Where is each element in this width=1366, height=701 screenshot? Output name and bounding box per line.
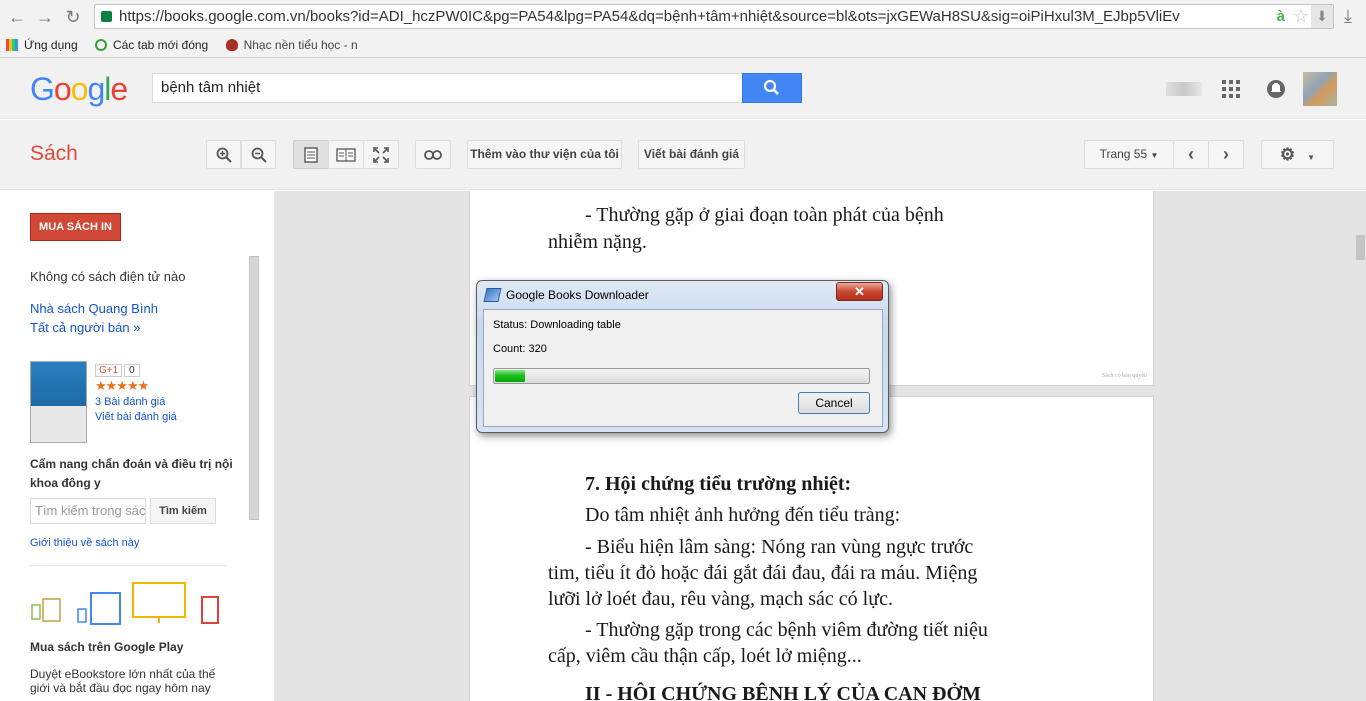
add-to-library-button[interactable]: Thêm vào thư viện của tôi xyxy=(467,140,622,169)
back-icon[interactable]: ← xyxy=(6,6,28,28)
books-toolbar: Sách Thêm vào thư viện của tôi Viết bài … xyxy=(0,120,1366,190)
write-review-button[interactable]: Viết bài đánh giá xyxy=(638,140,745,169)
link-button[interactable] xyxy=(415,140,451,169)
dropdown-arrow-icon: ▼ xyxy=(1307,153,1316,162)
google-logo[interactable]: Google xyxy=(30,71,128,108)
copyright-watermark: Sách có bản quyền xyxy=(1101,373,1147,379)
buy-print-book-button[interactable]: MUA SÁCH IN xyxy=(30,213,121,241)
viewer-scrollbar[interactable] xyxy=(1356,235,1365,260)
bookmark-star-icon[interactable]: ☆ xyxy=(1293,5,1309,28)
progress-bar xyxy=(493,368,870,384)
no-ebook-text: Không có sách điện tử nào xyxy=(30,269,186,284)
devices-illustration xyxy=(31,582,219,625)
two-page-view-button[interactable] xyxy=(328,140,364,169)
book-cover[interactable] xyxy=(30,361,87,443)
sidebar: MUA SÁCH IN Không có sách điện tử nào Nh… xyxy=(0,191,274,701)
two-page-icon xyxy=(336,148,356,162)
dialog-body: Status: Downloading table Count: 320 Can… xyxy=(483,309,883,427)
page-text-line: lưỡi lở loét đau, rêu vàng, mạch sác có … xyxy=(548,588,893,610)
bookmarks-bar: Ứng dụng Các tab mới đóng Nhạc nền tiểu … xyxy=(6,36,372,54)
all-sellers-link[interactable]: Tất cả người bán » xyxy=(30,320,140,335)
link-icon xyxy=(424,150,442,160)
gplus-button[interactable]: G+1 xyxy=(95,364,123,377)
gear-icon: ⚙ xyxy=(1279,145,1296,164)
book-app-icon xyxy=(483,288,502,302)
fullscreen-icon xyxy=(373,147,389,163)
history-icon xyxy=(94,39,107,51)
page-text-line: - Thường gặp ở giai đoạn toàn phát của b… xyxy=(585,204,944,226)
section-title[interactable]: Sách xyxy=(30,142,78,166)
search-icon xyxy=(763,79,779,95)
progress-fill xyxy=(495,370,525,382)
chevron-left-icon: ‹ xyxy=(1188,144,1194,164)
address-bar[interactable]: https://books.google.com.vn/books?id=ADI… xyxy=(94,4,1334,29)
seller-link[interactable]: Nhà sách Quang Bình xyxy=(30,301,158,316)
page-text-line: - Thường gặp trong các bệnh viêm đường t… xyxy=(585,619,988,641)
play-heading: Mua sách trên Google Play xyxy=(30,640,184,654)
page-selector[interactable]: Trang 55 ▼ xyxy=(1084,140,1174,169)
zoom-out-icon xyxy=(251,147,267,163)
page-label: Trang 55 xyxy=(1099,147,1148,161)
download-extension-icon[interactable]: ⬇ xyxy=(1311,5,1333,28)
page-heading: II - HỘI CHỨNG BỆNH LÝ CỦA CAN ĐỞM xyxy=(585,683,981,701)
about-book-link[interactable]: Giới thiệu về sách này xyxy=(30,537,139,549)
url-text: https://books.google.com.vn/books?id=ADI… xyxy=(119,8,1180,25)
book-title: Cẩm nang chẩn đoán và điều trị nội khoa … xyxy=(30,457,233,490)
bookmark-apps[interactable]: Ứng dụng xyxy=(6,38,78,52)
page-text-line: tim, tiểu ít đỏ hoặc đái gắt đái đau, đá… xyxy=(548,562,978,584)
settings-button[interactable]: ⚙ ▼ xyxy=(1261,140,1334,169)
reload-icon[interactable]: ↻ xyxy=(62,6,84,28)
dialog-title: Google Books Downloader xyxy=(506,288,649,302)
zoom-out-button[interactable] xyxy=(241,140,276,169)
notifications-bell-icon[interactable] xyxy=(1266,79,1286,99)
fullscreen-button[interactable] xyxy=(363,140,399,169)
search-input[interactable]: bệnh tâm nhiệt xyxy=(152,73,743,103)
close-button[interactable]: ✕ xyxy=(836,282,883,301)
search-in-book-input[interactable]: Tìm kiếm trong sác xyxy=(30,498,146,524)
downloader-dialog: Google Books Downloader ✕ Status: Downlo… xyxy=(476,280,889,433)
book-page: 7. Hội chứng tiểu trường nhiệt: Do tâm n… xyxy=(469,396,1154,701)
account-name-blurred[interactable] xyxy=(1166,82,1202,96)
page-text-line: Do tâm nhiệt ảnh hưởng đến tiểu tràng: xyxy=(585,504,901,526)
single-page-icon xyxy=(304,147,318,163)
zoom-in-icon xyxy=(216,147,232,163)
gplus-count: 0 xyxy=(124,364,140,377)
search-in-book-button[interactable]: Tìm kiếm xyxy=(150,498,216,524)
google-header: Google bệnh tâm nhiệt xyxy=(0,58,1366,119)
avatar[interactable] xyxy=(1303,72,1337,106)
bookmark-music[interactable]: Nhạc nền tiểu học - n xyxy=(225,38,358,52)
apps-grid-icon[interactable] xyxy=(1222,80,1240,98)
count-text: Count: 320 xyxy=(493,343,547,355)
page-heading: 7. Hội chứng tiểu trường nhiệt: xyxy=(585,473,852,495)
dropdown-arrow-icon: ▼ xyxy=(1150,151,1159,160)
forward-icon[interactable]: → xyxy=(34,6,56,28)
apps-grid-icon xyxy=(6,39,18,51)
reviews-link[interactable]: 3 Bài đánh giá xyxy=(95,396,165,408)
sidebar-scrollbar[interactable] xyxy=(249,256,259,520)
prev-page-button[interactable]: ‹ xyxy=(1173,140,1209,169)
zoom-in-button[interactable] xyxy=(206,140,241,169)
search-button[interactable] xyxy=(742,73,802,103)
chevron-right-icon: › xyxy=(1223,144,1229,164)
single-page-view-button[interactable] xyxy=(293,140,329,169)
download-icon[interactable]: ⤓ xyxy=(1344,6,1352,27)
browser-chrome: ← → ↻ https://books.google.com.vn/books?… xyxy=(0,0,1366,58)
rating-stars: ★★★★★ xyxy=(95,378,149,393)
bookmark-recent-tabs[interactable]: Các tab mới đóng xyxy=(94,38,208,52)
divider xyxy=(30,565,226,566)
write-review-link[interactable]: Viết bài đánh giá xyxy=(95,411,177,423)
extension-icon[interactable]: à xyxy=(1277,5,1285,28)
play-description: Duyệt eBookstore lớn nhất của thế giới v… xyxy=(30,667,216,695)
page-text-line: nhiễm nặng. xyxy=(548,231,647,253)
status-text: Status: Downloading table xyxy=(493,319,621,331)
lock-icon xyxy=(101,11,112,22)
next-page-button[interactable]: › xyxy=(1208,140,1244,169)
music-site-icon xyxy=(225,39,238,51)
page-text-line: - Biểu hiện lâm sàng: Nóng ran vùng ngực… xyxy=(585,536,974,558)
page-text-line: cấp, viêm cầu thận cấp, loét lở miệng... xyxy=(548,645,862,667)
book-viewer: - Thường gặp ở giai đoạn toàn phát của b… xyxy=(274,191,1366,701)
cancel-button[interactable]: Cancel xyxy=(798,392,870,414)
